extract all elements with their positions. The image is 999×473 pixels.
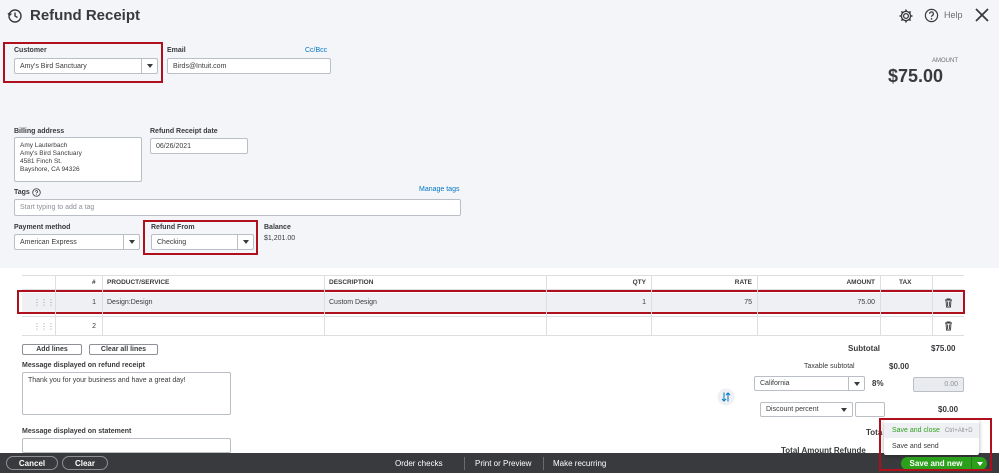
receipt-message-label: Message displayed on refund receipt — [22, 362, 145, 369]
tags-label-wrap: Tags — [14, 188, 41, 197]
history-icon[interactable] — [7, 8, 23, 24]
billing-line: 4581 Finch St. — [20, 158, 62, 165]
col-header-amount: AMOUNT — [846, 279, 875, 286]
col-divider — [102, 276, 103, 335]
billing-line: Bayshore, CA 94326 — [20, 166, 80, 173]
cc-bcc-link[interactable]: Cc/Bcc — [305, 47, 327, 54]
col-divider — [757, 276, 758, 335]
row-divider — [22, 316, 964, 317]
chevron-down-icon[interactable] — [836, 403, 852, 416]
help-icon[interactable] — [924, 8, 939, 23]
billing-address-field[interactable]: Amy Lauterbach Amy's Bird Sanctuary 4581… — [14, 137, 142, 182]
billing-label: Billing address — [14, 128, 65, 135]
tax-amount-value: 0.00 — [944, 381, 958, 388]
col-divider — [55, 276, 56, 335]
col-header-tax: TAX — [899, 279, 912, 286]
swap-icon[interactable] — [717, 388, 735, 406]
date-value: 06/26/2021 — [156, 142, 192, 150]
taxable-subtotal-value: $0.00 — [889, 362, 910, 371]
highlight-line-item — [17, 290, 965, 314]
email-label: Email — [167, 47, 186, 54]
help-link[interactable]: Help — [944, 10, 963, 20]
clear-button[interactable]: Clear — [62, 456, 108, 470]
table-bottom-border — [22, 335, 964, 336]
gear-icon[interactable] — [898, 8, 914, 24]
col-divider — [651, 276, 652, 335]
trash-icon[interactable] — [944, 321, 953, 331]
print-preview-link[interactable]: Print or Preview — [475, 459, 531, 468]
tax-rate-percent: 8% — [872, 379, 884, 388]
taxable-subtotal-label: Taxable subtotal — [804, 363, 855, 370]
statement-message-field[interactable] — [22, 438, 231, 453]
balance-value: $1,201.00 — [264, 235, 296, 242]
add-lines-button[interactable]: Add lines — [22, 344, 82, 355]
col-divider — [880, 276, 881, 335]
date-field[interactable]: 06/26/2021 — [150, 138, 248, 154]
billing-line: Amy Lauterbach — [20, 142, 68, 149]
highlight-save-menu — [879, 418, 992, 471]
col-header-num: # — [92, 279, 96, 286]
col-header-rate: RATE — [734, 279, 752, 286]
balance-label: Balance — [264, 224, 291, 231]
col-divider — [324, 276, 325, 335]
receipt-message-field[interactable]: Thank you for your business and have a g… — [22, 372, 231, 415]
statement-message-label: Message displayed on statement — [22, 428, 132, 435]
col-divider — [546, 276, 547, 335]
chevron-down-icon[interactable] — [123, 235, 139, 249]
drag-handle-icon[interactable]: ⋮⋮⋮ — [33, 317, 55, 335]
payment-method-label: Payment method — [14, 224, 71, 231]
footer-separator — [543, 457, 544, 470]
tags-placeholder: Start typing to add a tag — [20, 204, 95, 211]
tax-region-value: California — [760, 380, 790, 387]
col-header-product: PRODUCT/SERVICE — [107, 279, 170, 286]
billing-line: Amy's Bird Sanctuary — [20, 150, 82, 157]
manage-tags-link[interactable]: Manage tags — [419, 186, 459, 193]
email-field[interactable]: Birds@Intuit.com — [167, 58, 331, 74]
tax-amount-field[interactable]: 0.00 — [913, 377, 964, 392]
receipt-message-value: Thank you for your business and have a g… — [28, 377, 186, 384]
tags-label: Tags — [14, 189, 30, 196]
make-recurring-link[interactable]: Make recurring — [553, 459, 606, 468]
col-header-description: DESCRIPTION — [329, 279, 374, 286]
page-title: Refund Receipt — [30, 7, 141, 24]
payment-method-value: American Express — [20, 238, 77, 246]
col-divider — [932, 276, 933, 335]
row-number: 2 — [92, 322, 96, 330]
discount-type-value: Discount percent — [766, 406, 819, 413]
email-value: Birds@Intuit.com — [173, 62, 227, 70]
amount-value: $75.00 — [888, 66, 944, 86]
discount-value-field[interactable] — [855, 402, 885, 417]
tax-rate-select[interactable]: California — [754, 376, 865, 391]
subtotal-value: $75.00 — [931, 344, 956, 353]
close-icon[interactable] — [973, 6, 991, 24]
payment-method-select[interactable]: American Express — [14, 234, 140, 250]
discount-amount: $0.00 — [938, 405, 959, 414]
order-checks-link[interactable]: Order checks — [395, 459, 443, 468]
subtotal-label: Subtotal — [848, 344, 880, 353]
info-icon[interactable] — [32, 188, 41, 197]
tags-input[interactable]: Start typing to add a tag — [14, 199, 461, 216]
col-header-qty: QTY — [632, 279, 646, 286]
footer-separator — [464, 457, 465, 470]
highlight-refund-from — [143, 220, 258, 255]
amount-label: AMOUNT — [932, 58, 958, 64]
discount-type-select[interactable]: Discount percent — [760, 402, 853, 417]
clear-all-lines-button[interactable]: Clear all lines — [89, 344, 158, 355]
date-label: Refund Receipt date — [150, 128, 218, 135]
cancel-button[interactable]: Cancel — [6, 456, 58, 470]
chevron-down-icon[interactable] — [848, 377, 864, 390]
highlight-customer — [3, 42, 163, 83]
